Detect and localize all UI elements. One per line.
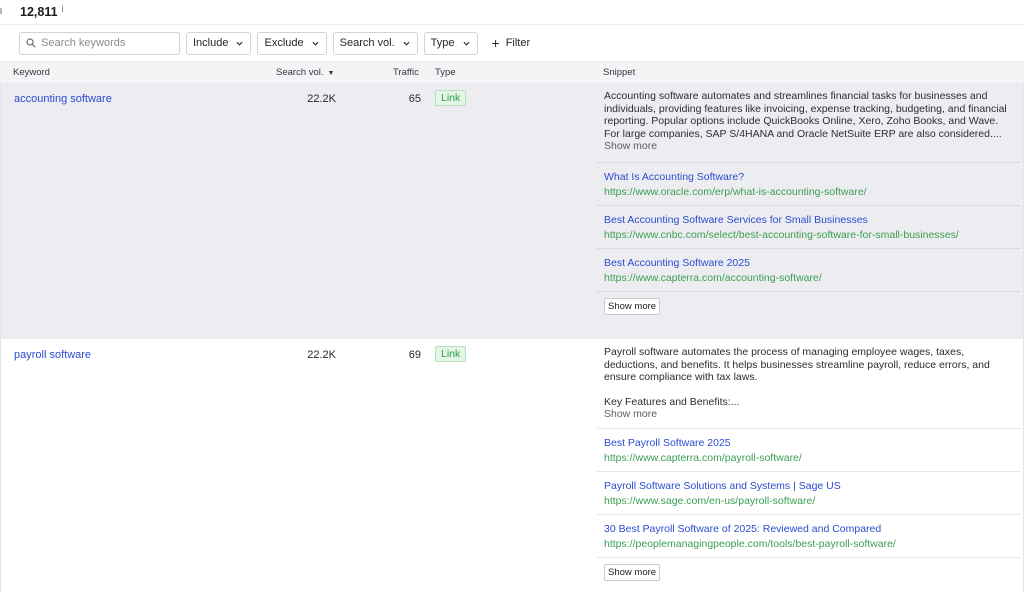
snippet-show-more[interactable]: Show more [604,140,1013,153]
column-search-vol-label: Search vol. [276,67,324,78]
show-more-wrap: Show more [597,556,1021,581]
table-header: Keyword Search vol. ▼ Traffic Type Snippe… [0,61,1024,83]
column-keyword[interactable]: Keyword [13,67,50,78]
type-badge: Link [435,90,467,106]
snippet-link-title[interactable]: Best Payroll Software 2025 [604,436,1021,450]
snippet-text: Payroll software automates the process o… [604,346,990,383]
snippet-cell: Payroll software automates the process o… [597,339,1021,581]
type-label: Type [430,37,455,49]
plus-icon: + [491,35,500,51]
snippet-links: Best Payroll Software 2025 https://www.c… [597,427,1021,581]
snippet-link-item: What Is Accounting Software? https://www… [597,161,1021,205]
column-search-vol[interactable]: Search vol. ▼ [276,67,334,78]
search-icon [26,38,36,48]
snippet-link-item: Best Accounting Software 2025 https://ww… [597,247,1021,291]
search-box[interactable] [19,31,180,55]
snippet-links: What Is Accounting Software? https://www… [597,161,1021,315]
search-vol-value: 22.2K [307,349,336,361]
show-more-button[interactable]: Show more [604,297,661,315]
traffic-value: 65 [408,93,421,105]
column-traffic[interactable]: Traffic [393,67,419,78]
traffic-value: 69 [408,349,421,361]
chevron-down-icon [403,41,410,46]
snippet-link-url[interactable]: https://www.cnbc.com/select/best-account… [604,227,1021,243]
snippet-link-url[interactable]: https://www.sage.com/en-us/payroll-softw… [604,493,1021,509]
filter-bar: Include Exclude Search vol. Type + Filte… [0,25,1024,61]
snippet-link-item: Payroll Software Solutions and Systems |… [597,470,1021,514]
exclude-label: Exclude [264,37,304,49]
show-more-button[interactable]: Show more [604,563,661,581]
table-row: accounting software 22.2K 65 Link Accoun… [0,83,1024,339]
chevron-down-icon [236,41,244,46]
table-row: payroll software 22.2K 69 Link Payroll s… [0,339,1024,592]
snippet-link-title[interactable]: Best Accounting Software Services for Sm… [604,213,1021,227]
snippet-link-url[interactable]: https://www.capterra.com/accounting-soft… [604,270,1021,286]
column-type[interactable]: Type [435,67,456,78]
type-badge: Link [435,346,467,362]
add-filter-label: Filter [505,37,531,49]
results-count: 12,811 [20,5,58,19]
snippet-link-item: 30 Best Payroll Software of 2025: Review… [597,513,1021,557]
snippet-link-title[interactable]: What Is Accounting Software? [604,170,1021,184]
snippet-cell: Accounting software automates and stream… [597,83,1021,315]
keyword-link[interactable]: payroll software [14,349,91,361]
snippet-text-block: Payroll software automates the process o… [597,339,1013,421]
snippet-link-title[interactable]: Best Accounting Software 2025 [604,256,1021,270]
search-input[interactable] [41,37,171,49]
snippet-link-url[interactable]: https://www.oracle.com/erp/what-is-accou… [604,184,1021,200]
include-label: Include [193,37,229,49]
include-dropdown[interactable]: Include [186,31,252,55]
snippet-link-url[interactable]: https://peoplemanagingpeople.com/tools/b… [604,536,1021,552]
add-filter-button[interactable]: + Filter [492,36,531,50]
results-header: 12,811 i [0,0,1024,25]
info-icon[interactable]: i [62,4,64,15]
search-vol-label: Search vol. [339,37,395,49]
type-dropdown[interactable]: Type [423,31,478,55]
search-vol-value: 22.2K [307,93,336,105]
snippet-link-item: Best Payroll Software 2025 https://www.c… [597,427,1021,471]
snippet-text-block: Accounting software automates and stream… [597,83,1013,153]
snippet-show-more[interactable]: Show more [604,408,1013,421]
show-more-wrap: Show more [597,290,1021,315]
snippet-link-item: Best Accounting Software Services for Sm… [597,204,1021,248]
snippet-link-url[interactable]: https://www.capterra.com/payroll-softwar… [604,450,1021,466]
keyword-link[interactable]: accounting software [14,93,112,105]
snippet-link-title[interactable]: 30 Best Payroll Software of 2025: Review… [604,522,1021,536]
chevron-down-icon [312,41,319,46]
snippet-text: Accounting software automates and stream… [604,90,1007,140]
sort-desc-icon: ▼ [327,70,335,77]
snippet-link-title[interactable]: Payroll Software Solutions and Systems |… [604,479,1021,493]
left-edge-marker [0,8,2,14]
search-vol-dropdown[interactable]: Search vol. [332,31,418,55]
exclude-dropdown[interactable]: Exclude [257,31,327,55]
snippet-text-2: Key Features and Benefits:... [604,395,740,408]
column-snippet: Snippet [603,67,636,78]
chevron-down-icon [462,41,470,46]
